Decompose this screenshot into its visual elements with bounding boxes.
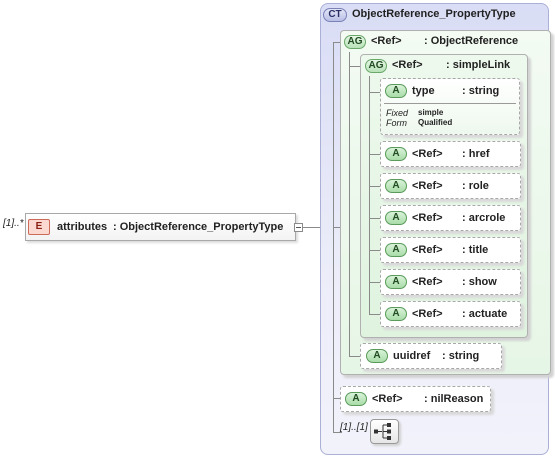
fixed-value: simple bbox=[418, 108, 444, 117]
attribute-name: : title bbox=[462, 244, 489, 256]
uuidref-name: uuidref bbox=[393, 350, 431, 362]
collapse-toggle-icon[interactable] bbox=[294, 223, 303, 232]
sequence-icon[interactable] bbox=[370, 419, 399, 444]
attribute-badge: A bbox=[366, 349, 388, 363]
root-element-name: attributes bbox=[57, 221, 108, 233]
attribute-badge: A bbox=[385, 211, 407, 225]
attribute-ref: <Ref> bbox=[412, 180, 443, 192]
attribute-badge: A bbox=[385, 307, 407, 321]
attribute-ref: <Ref> bbox=[412, 276, 443, 288]
sequence-occurrence: [1]..[1] bbox=[340, 422, 368, 433]
attribute-divider bbox=[384, 103, 516, 104]
attribute-badge: A bbox=[385, 243, 407, 257]
attribute-name: : show bbox=[462, 276, 497, 288]
attribute-name: : actuate bbox=[462, 308, 508, 320]
attribute-ref: <Ref> bbox=[412, 244, 443, 256]
group-outer-name: : ObjectReference bbox=[424, 35, 519, 47]
root-occurrence: [1]..* bbox=[3, 218, 24, 229]
root-element-type: : ObjectReference_PropertyType bbox=[113, 221, 284, 233]
attribute-ref: <Ref> bbox=[412, 148, 443, 160]
complex-type-name: ObjectReference_PropertyType bbox=[352, 8, 516, 20]
attribute-name: : arcrole bbox=[462, 212, 506, 224]
attribute-type-name: type bbox=[412, 85, 435, 97]
attribute-badge: A bbox=[385, 147, 407, 161]
nilreason-ref: <Ref> bbox=[372, 393, 403, 405]
attribute-badge: A bbox=[385, 179, 407, 193]
nilreason-name: : nilReason bbox=[424, 393, 484, 405]
attribute-badge: A bbox=[385, 275, 407, 289]
form-label: Form bbox=[386, 118, 407, 128]
attribute-badge: A bbox=[385, 84, 407, 98]
complex-type-badge: CT bbox=[323, 8, 347, 22]
uuidref-type: : string bbox=[442, 350, 480, 362]
attribute-group-badge: AG bbox=[365, 59, 387, 73]
attribute-group-badge: AG bbox=[344, 35, 366, 49]
group-outer-ref: <Ref> bbox=[371, 35, 402, 47]
attribute-name: : href bbox=[462, 148, 490, 160]
group-inner-name: : simpleLink bbox=[446, 59, 511, 71]
attribute-ref: <Ref> bbox=[412, 212, 443, 224]
attribute-name: : role bbox=[462, 180, 489, 192]
form-value: Qualified bbox=[418, 118, 453, 127]
fixed-label: Fixed bbox=[386, 108, 409, 118]
element-badge: E bbox=[28, 219, 50, 235]
attribute-type-type: : string bbox=[462, 85, 500, 97]
attribute-badge: A bbox=[345, 392, 367, 406]
group-inner-ref: <Ref> bbox=[392, 59, 423, 71]
attribute-ref: <Ref> bbox=[412, 308, 443, 320]
